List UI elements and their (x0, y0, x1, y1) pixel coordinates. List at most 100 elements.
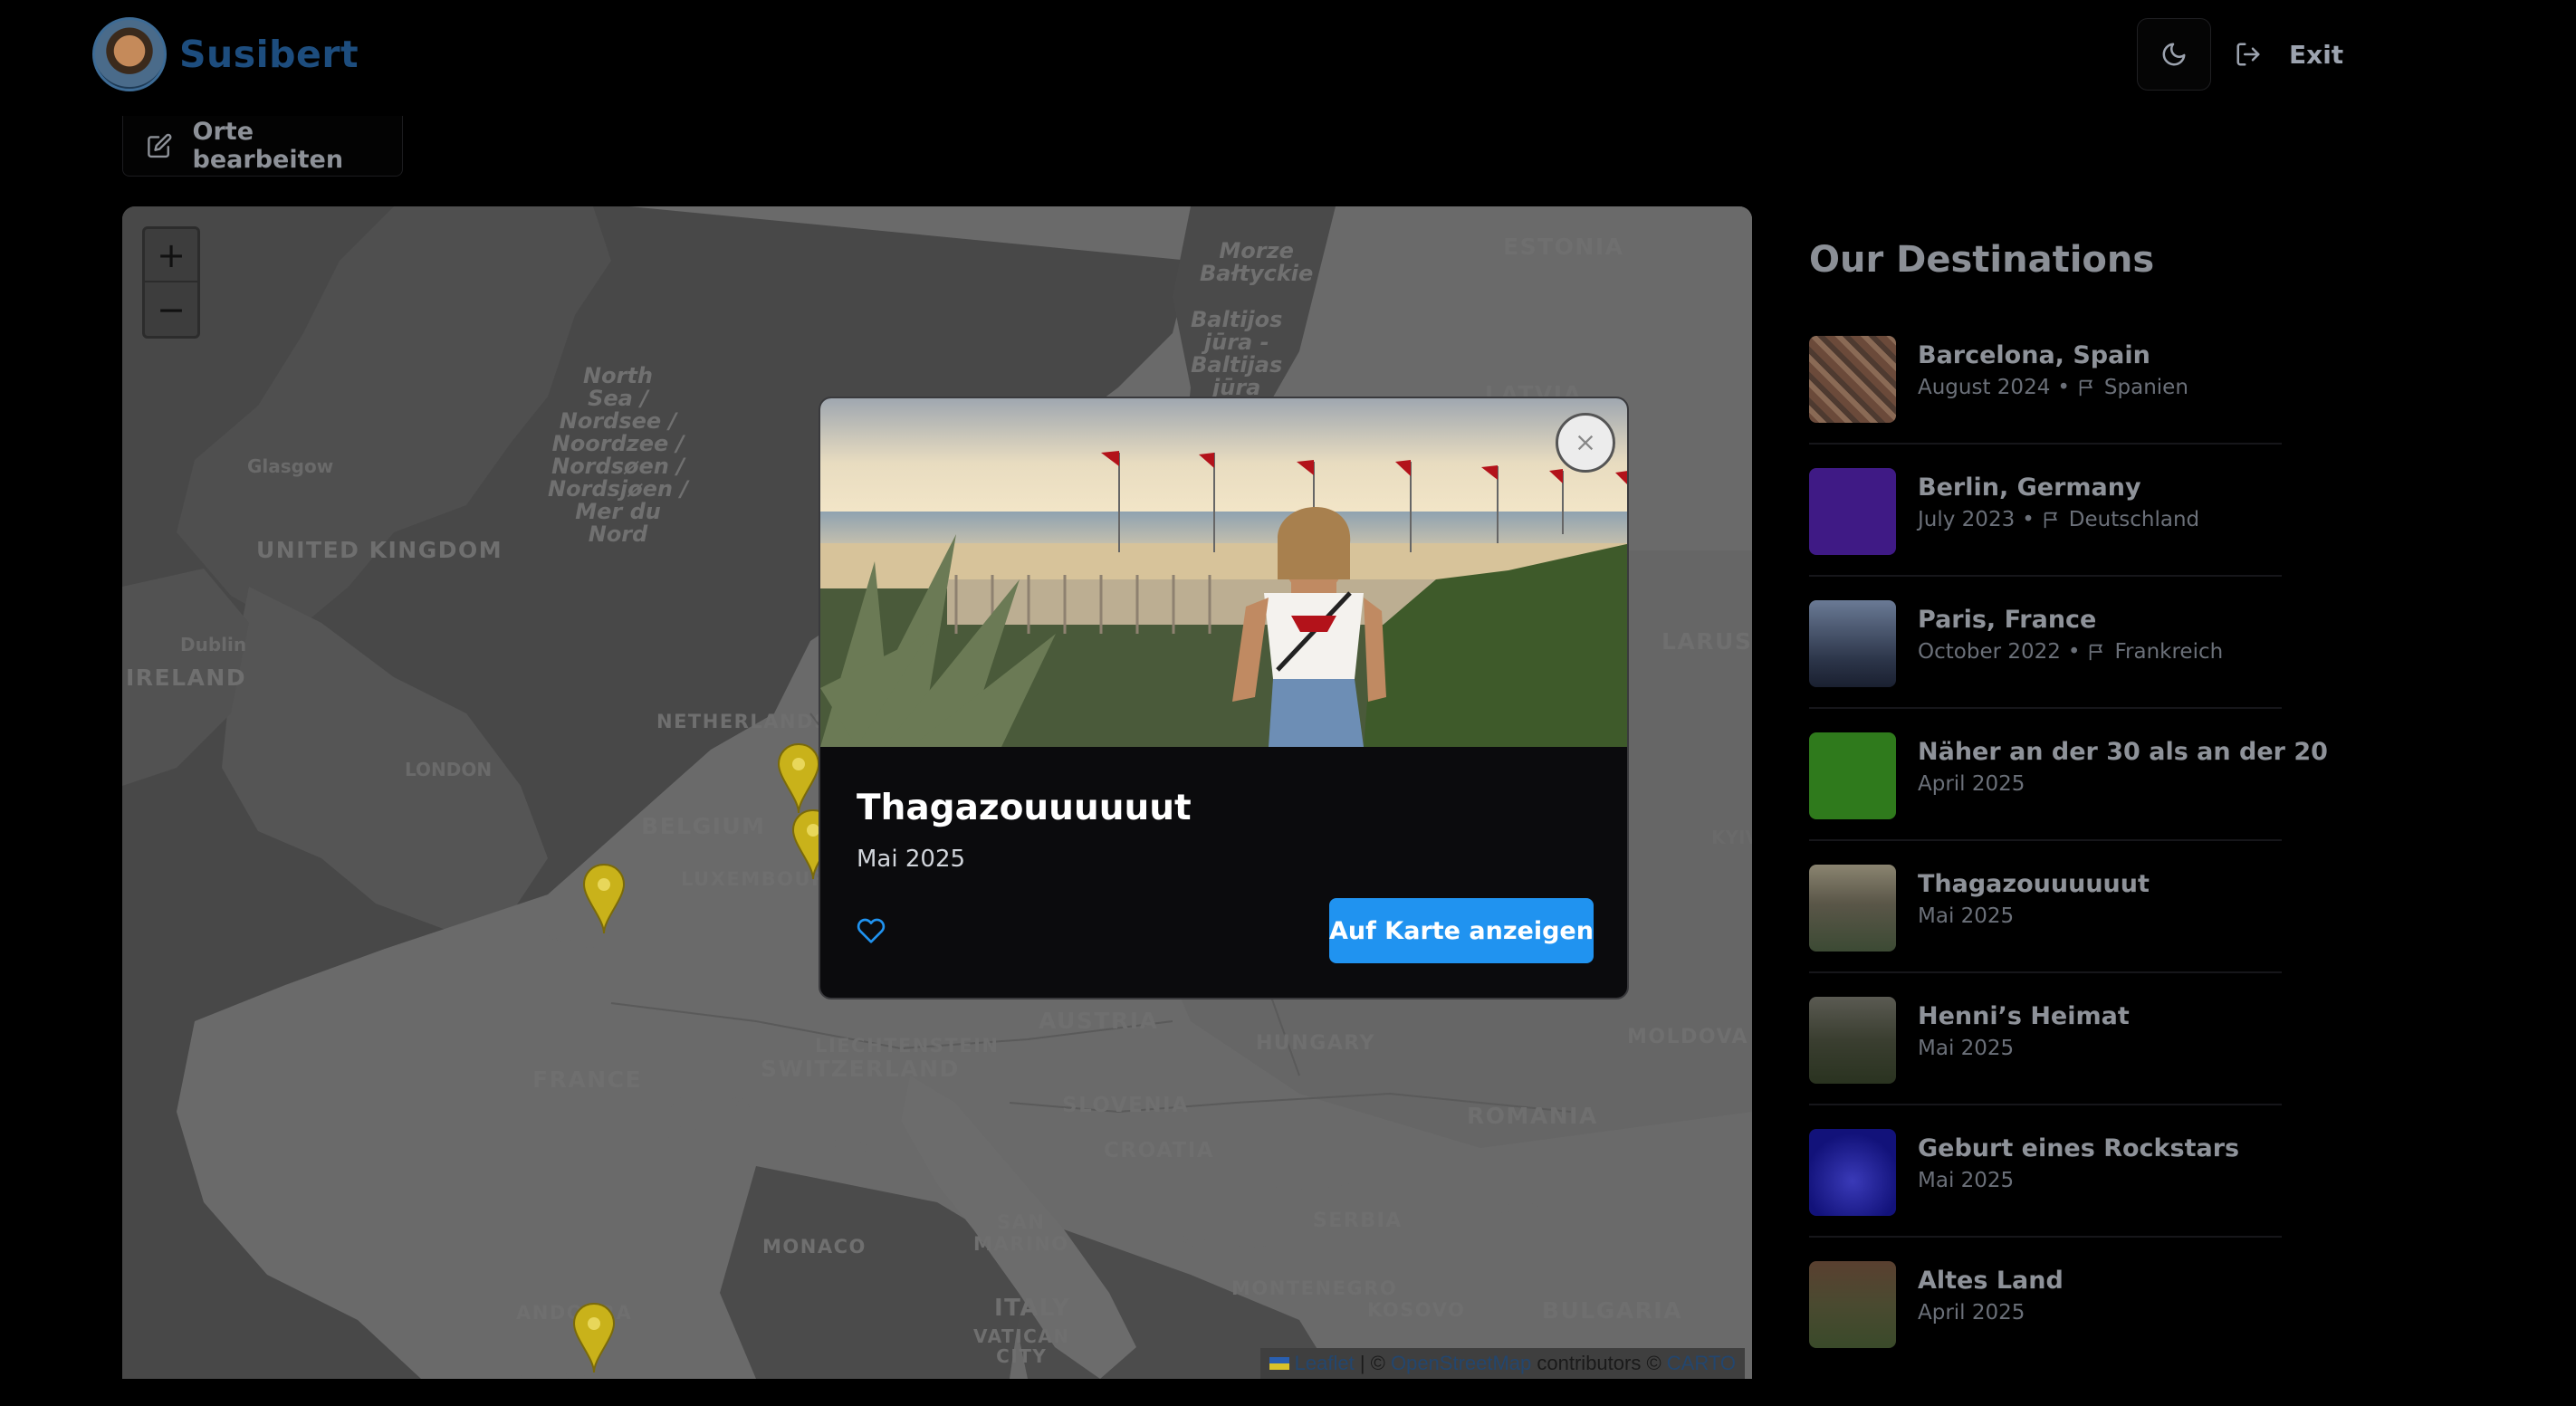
map-label-bucharest: Bucharest (1480, 1196, 1584, 1218)
leaflet-link[interactable]: Leaflet (1295, 1352, 1355, 1375)
destination-item-30[interactable]: Näher an der 30 als an der 20 April 2025 (1809, 709, 2328, 841)
map-label-geneva: GENEVA (668, 1091, 751, 1113)
edit-places-button[interactable]: Orte bearbeiten (122, 116, 403, 177)
map-label-liechtenstein: LIECHTENSTEIN (815, 1035, 1000, 1057)
edit-places-label: Orte bearbeiten (192, 118, 344, 174)
logout-icon (2236, 43, 2260, 66)
meta-separator: • (2022, 508, 2035, 531)
map-label-larus: LARUS (1661, 628, 1752, 655)
osm-link[interactable]: OpenStreetMap (1391, 1352, 1531, 1375)
favorite-button[interactable] (857, 916, 886, 949)
map-label-north-sea: North Sea / Nordsee / Noordzee / Nordsøe… (548, 363, 689, 547)
avatar[interactable] (92, 17, 167, 91)
destination-meta: April 2025 (1918, 1301, 2025, 1325)
destination-meta: July 2023 • Deutschland (1918, 508, 2199, 531)
heart-outline-icon (857, 918, 886, 943)
carto-link[interactable]: CARTO (1667, 1352, 1736, 1375)
app-header: Susibert Exit (0, 0, 2576, 109)
destination-item-thagazout[interactable]: Thagazouuuuuut Mai 2025 (1809, 841, 2282, 973)
destination-item-berlin[interactable]: Berlin, Germany July 2023 • Deutschland (1809, 445, 2282, 577)
map-marker[interactable] (776, 742, 821, 815)
destination-date: Mai 2025 (1918, 1037, 2015, 1060)
map-label-morze: Morze Bałtyckie (1200, 238, 1314, 286)
flag-icon (2079, 379, 2092, 397)
destination-country: Frankreich (2114, 640, 2224, 664)
close-button[interactable] (1556, 413, 1615, 473)
destination-thumbnail (1809, 732, 1896, 819)
destination-name: Barcelona, Spain (1918, 341, 2150, 369)
exit-button[interactable]: Exit (2235, 34, 2343, 74)
destination-name: Altes Land (1918, 1267, 2064, 1295)
destination-name: Henni’s Heimat (1918, 1002, 2130, 1030)
map-label-uk: UNITED KINGDOM (256, 537, 503, 563)
exit-label: Exit (2289, 39, 2344, 70)
destination-thumbnail (1809, 336, 1896, 423)
destination-thumbnail (1809, 997, 1896, 1084)
zoom-out-button[interactable]: − (145, 282, 197, 336)
map-label-switzerland: SWITZERLAND (761, 1056, 960, 1082)
destination-meta: April 2025 (1918, 772, 2025, 796)
destination-name: Geburt eines Rockstars (1918, 1134, 2240, 1162)
map-label-croatia: CROATIA (1104, 1139, 1215, 1162)
close-icon (1577, 435, 1594, 451)
destination-meta: October 2022 • Frankreich (1918, 640, 2223, 664)
map-label-glasgow: Glasgow (247, 455, 334, 477)
map-marker-barcelona[interactable] (571, 1302, 617, 1374)
map-label-dublin: Dublin (180, 634, 247, 655)
zoom-control: + − (142, 226, 200, 339)
theme-toggle-button[interactable] (2137, 18, 2211, 91)
modal-title: Thagazouuuuuut (857, 788, 1192, 828)
destination-date: Mai 2025 (1918, 1169, 2015, 1192)
map-label-san-marino: SAN MARINO (973, 1211, 1069, 1255)
destinations-list: Barcelona, Spain August 2024 • Spanien B… (1809, 312, 2328, 1370)
map-label-bulgaria: BULGARIA (1542, 1297, 1683, 1324)
flag-icon (2090, 644, 2103, 661)
destination-date: Mai 2025 (1918, 904, 2015, 928)
destination-country: Deutschland (2068, 508, 2200, 531)
map-label-lyon: Lyon (656, 1118, 704, 1140)
destination-date: August 2024 (1918, 376, 2051, 399)
map-marker-paris[interactable] (581, 863, 627, 935)
destination-thumbnail (1809, 1129, 1896, 1216)
map-label-vatican: VATICAN CITY (973, 1325, 1070, 1367)
destination-photo (820, 398, 1627, 747)
map-label-baltijos: Baltijos jūra - Baltijas jūra (1191, 307, 1283, 400)
destination-item-altes-land[interactable]: Altes Land April 2025 (1809, 1238, 2282, 1370)
brand-title[interactable]: Susibert (179, 33, 359, 76)
destination-date: April 2025 (1918, 1301, 2025, 1325)
map-label-serbia: SERBIA (1313, 1210, 1403, 1232)
destination-item-paris[interactable]: Paris, France October 2022 • Frankreich (1809, 577, 2282, 709)
destination-thumbnail (1809, 600, 1896, 687)
meta-separator: • (2067, 640, 2081, 664)
destination-name: Thagazouuuuuut (1918, 870, 2150, 898)
map-label-ireland: IRELAND (126, 665, 247, 691)
map-label-hungary: HUNGARY (1256, 1032, 1375, 1055)
destination-item-barcelona[interactable]: Barcelona, Spain August 2024 • Spanien (1809, 312, 2282, 445)
destination-name: Paris, France (1918, 606, 2097, 634)
destination-meta: August 2024 • Spanien (1918, 376, 2188, 399)
meta-separator: • (2057, 376, 2070, 399)
destination-item-rockstar[interactable]: Geburt eines Rockstars Mai 2025 (1809, 1105, 2282, 1238)
flag-icon (2044, 512, 2057, 529)
map-attribution: Leaflet | © OpenStreetMap contributors ©… (1259, 1348, 1745, 1379)
destination-meta: Mai 2025 (1918, 904, 2014, 928)
ukraine-flag-icon (1269, 1357, 1289, 1370)
destination-name: Näher an der 30 als an der 20 (1918, 738, 2328, 766)
map-label-romania: ROMANIA (1467, 1103, 1598, 1129)
map-label-slovenia: SLOVENIA (1062, 1094, 1190, 1117)
map-label-france: FRANCE (532, 1066, 643, 1093)
show-on-map-button[interactable]: Auf Karte anzeigen (1329, 898, 1594, 963)
zoom-in-button[interactable]: + (145, 229, 197, 282)
destination-date: October 2022 (1918, 640, 2061, 664)
destination-thumbnail (1809, 865, 1896, 952)
map-label-austria: AUSTRIA (1039, 1008, 1159, 1034)
map-label-netherlands: NETHERLANDS (656, 711, 829, 732)
map-label-moldova: MOLDOVA (1627, 1026, 1749, 1048)
destination-item-henni[interactable]: Henni’s Heimat Mai 2025 (1809, 973, 2282, 1105)
destination-date: July 2023 (1918, 508, 2016, 531)
attribution-sep: | © (1354, 1352, 1391, 1374)
map-label-belgrade: Belgrade (1261, 1173, 1354, 1195)
destination-country: Spanien (2103, 376, 2188, 399)
destination-modal: Thagazouuuuuut Mai 2025 Auf Karte anzeig… (819, 397, 1629, 1000)
map-label-montenegro: MONTENEGRO (1231, 1277, 1398, 1299)
